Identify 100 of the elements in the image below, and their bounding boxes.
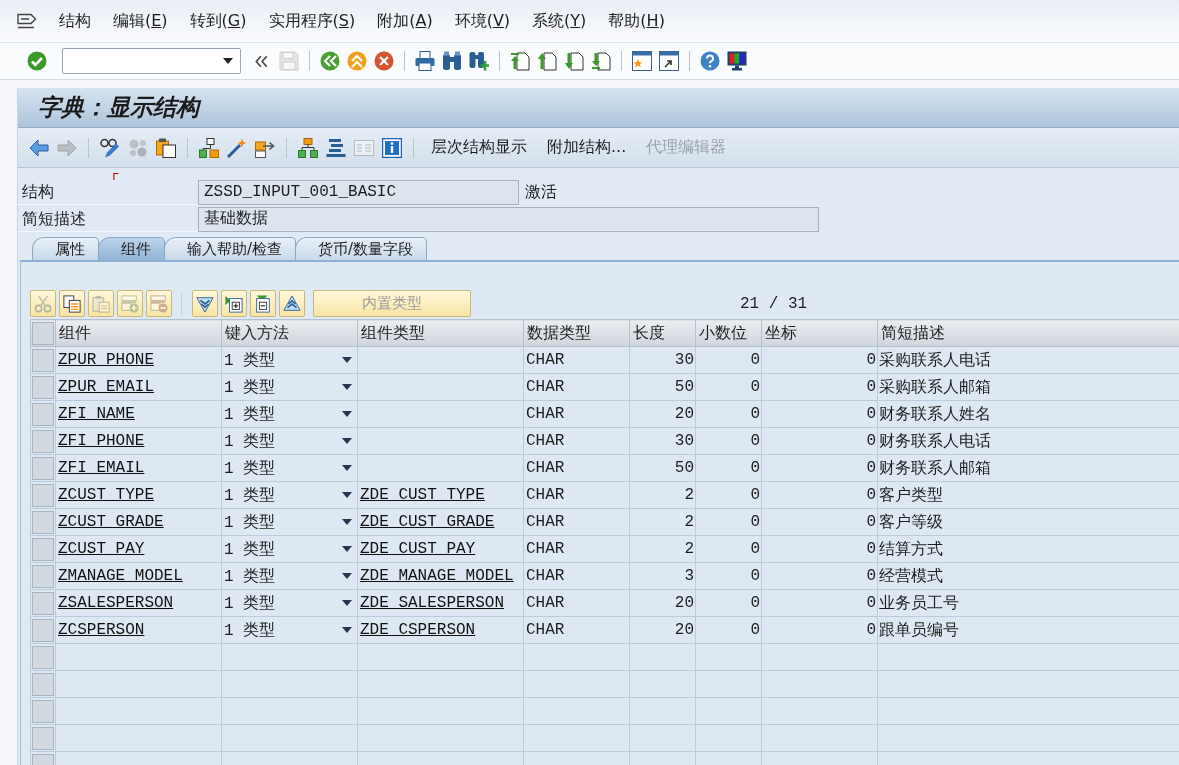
menu-icon[interactable]	[17, 13, 37, 29]
delete-row-icon	[150, 294, 168, 313]
tree-icon[interactable]	[298, 137, 318, 158]
display-field[interactable]: 基础数据	[198, 207, 819, 232]
table-cell: CHAR	[523, 562, 630, 590]
caret-icon[interactable]	[342, 411, 352, 417]
help-icon[interactable]	[700, 51, 720, 71]
menu-item[interactable]: 实用程序(S)	[257, 10, 367, 32]
exit-icon[interactable]	[347, 51, 367, 71]
back-icon[interactable]	[320, 51, 340, 71]
insert-row-icon	[121, 294, 139, 313]
table-cell: 0	[695, 616, 762, 644]
next-page-icon[interactable]	[564, 51, 584, 71]
table-cell: 业务员工号	[877, 589, 1179, 617]
table-cell: 0	[761, 400, 878, 428]
caret-icon[interactable]	[342, 465, 352, 471]
table-cell: 采购联系人邮箱	[877, 373, 1179, 401]
glasses-pencil-icon[interactable]	[100, 137, 120, 158]
menu-item[interactable]: 结构	[48, 10, 102, 32]
magic-wand-icon[interactable]	[227, 137, 247, 158]
tab[interactable]: 属性	[32, 237, 99, 260]
tab[interactable]: 输入帮助/检查	[164, 237, 297, 260]
table-cell: CHAR	[523, 400, 630, 428]
toolbar-button[interactable]	[250, 290, 276, 317]
menu-item[interactable]: 编辑(E)	[102, 10, 179, 32]
tab[interactable]: 组件	[98, 237, 165, 260]
caret-icon[interactable]	[342, 627, 352, 633]
menu-item[interactable]: 转到(G)	[178, 10, 258, 32]
info-icon[interactable]	[382, 137, 402, 158]
back-arrow-icon[interactable]	[29, 137, 49, 158]
caret-icon[interactable]	[342, 546, 352, 552]
table-cell: 0	[761, 454, 878, 482]
toolbar-button[interactable]: 层次结构显示	[425, 137, 533, 158]
binoculars-icon[interactable]	[442, 51, 462, 71]
toolbar-button[interactable]: 附加结构...	[541, 137, 633, 158]
column-header[interactable]: 数据类型	[523, 319, 630, 347]
column-header[interactable]: 简短描述	[877, 319, 1179, 347]
binoculars-plus-icon[interactable]	[469, 51, 489, 71]
menu-item[interactable]: 帮助(H)	[597, 10, 676, 32]
previous-page-icon[interactable]	[537, 51, 557, 71]
stacked-bars-icon[interactable]	[326, 137, 346, 158]
down-chevron-icon	[196, 294, 214, 313]
column-header[interactable]: 组件类型	[357, 319, 524, 347]
hierarchy-icon[interactable]	[199, 137, 219, 158]
table-cell: CHAR	[523, 616, 630, 644]
table-cell: 财务联系人电话	[877, 427, 1179, 455]
toolbar-button[interactable]	[59, 290, 85, 317]
copy-icon	[63, 294, 81, 313]
monitor-icon[interactable]	[727, 51, 747, 71]
table-cell: 0	[761, 535, 878, 563]
table-cell: CHAR	[523, 508, 630, 536]
check-icon[interactable]	[27, 51, 47, 71]
cancel-icon[interactable]	[374, 51, 394, 71]
toolbar-button[interactable]	[221, 290, 247, 317]
print-icon[interactable]	[415, 51, 435, 71]
table-cell: CHAR	[523, 589, 630, 617]
menu-item[interactable]: 环境(V)	[443, 10, 522, 32]
table-cell: CHAR	[523, 454, 630, 482]
caret-icon[interactable]	[223, 58, 233, 64]
caret-icon[interactable]	[342, 492, 352, 498]
caret-icon[interactable]	[342, 573, 352, 579]
command-field[interactable]	[62, 48, 241, 74]
menu-item[interactable]: 附加(A)	[366, 10, 444, 32]
table-cell: 跟单员编号	[877, 616, 1179, 644]
caret-icon[interactable]	[342, 519, 352, 525]
table-cell: 客户等级	[877, 508, 1179, 536]
column-header[interactable]: 小数位	[695, 319, 762, 347]
table-cell: CHAR	[523, 481, 630, 509]
caret-icon[interactable]	[342, 438, 352, 444]
column-header[interactable]: 长度	[629, 319, 696, 347]
caret-icon[interactable]	[342, 384, 352, 390]
status-text: 激活	[525, 182, 557, 203]
table-cell: CHAR	[523, 535, 630, 563]
double-chevron-icon[interactable]	[255, 54, 268, 68]
column-header[interactable]: 坐标	[761, 319, 878, 347]
table-cell: 2	[629, 535, 696, 563]
table-cell: 0	[695, 481, 762, 509]
column-header[interactable]: 键入方法	[221, 319, 358, 347]
up-chevron-icon	[283, 294, 301, 313]
last-page-icon[interactable]	[591, 51, 611, 71]
toolbar-button[interactable]	[192, 290, 218, 317]
table-cell: 20	[629, 400, 696, 428]
table-cell: 0	[695, 427, 762, 455]
caret-icon[interactable]	[342, 600, 352, 606]
table-cell: 0	[761, 346, 878, 374]
tab[interactable]: 货币/数量字段	[295, 237, 428, 260]
table-cell: 财务联系人姓名	[877, 400, 1179, 428]
caret-icon[interactable]	[342, 357, 352, 363]
first-page-icon[interactable]	[510, 51, 530, 71]
table-cell: 客户类型	[877, 481, 1179, 509]
shortcut-window-icon[interactable]	[659, 51, 679, 71]
clipboard-icon[interactable]	[156, 137, 176, 158]
table-cell: 0	[761, 373, 878, 401]
toolbar-button[interactable]	[279, 290, 305, 317]
table-cell: 50	[629, 373, 696, 401]
table-cell: 0	[761, 589, 878, 617]
menu-item[interactable]: 系统(Y)	[521, 10, 598, 32]
new-window-icon[interactable]	[632, 51, 652, 71]
display-field[interactable]: ZSSD_INPUT_001_BASIC	[198, 180, 519, 205]
column-header[interactable]: 组件	[55, 319, 222, 347]
